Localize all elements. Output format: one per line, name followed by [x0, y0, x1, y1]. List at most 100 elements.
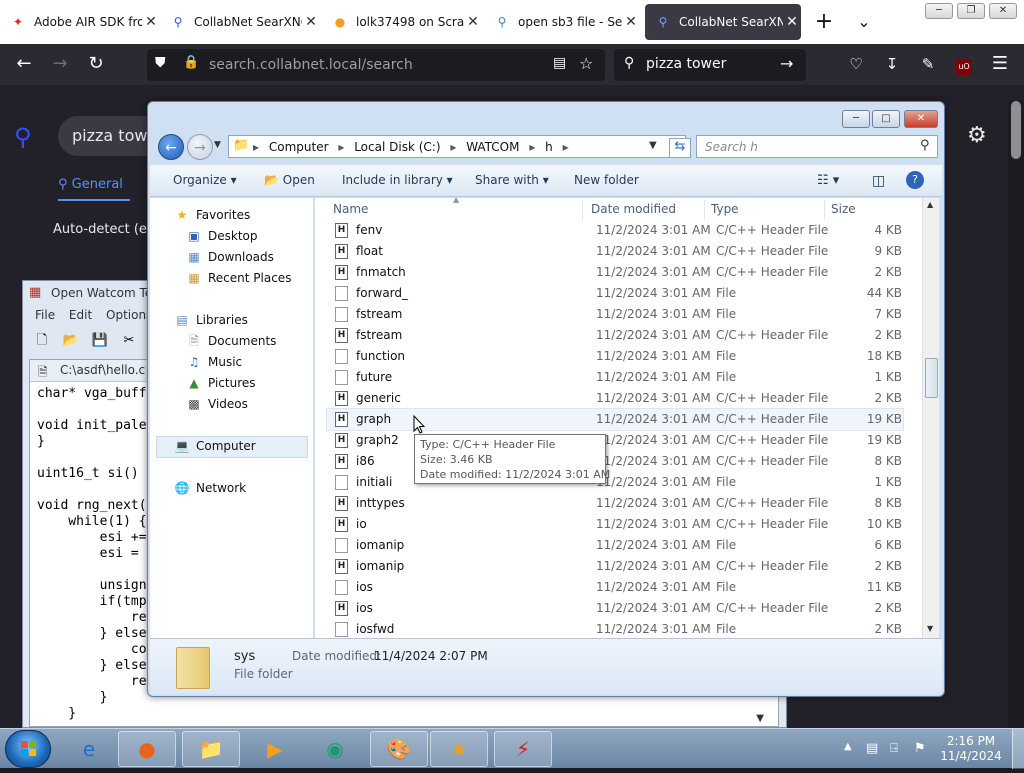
open-button[interactable]: 📂 Open [264, 173, 315, 187]
column-header-type[interactable]: Type [705, 200, 825, 220]
file-row[interactable]: Hios 11/2/2024 3:01 AM File 11 KB [327, 577, 903, 598]
go-arrow-icon[interactable]: → [780, 54, 793, 73]
close-icon[interactable]: ✕ [622, 14, 640, 30]
system-clock[interactable]: 2:16 PM 11/4/2024 [940, 734, 1002, 764]
file-explorer-icon[interactable]: 📁 [182, 731, 240, 767]
file-row[interactable]: Hio 11/2/2024 3:01 AM C/C++ Header File 10 … [327, 514, 903, 535]
nav-recent-places[interactable]: ▦ Recent Places [186, 271, 291, 285]
scroll-up-icon[interactable]: ▲ [927, 200, 933, 209]
close-icon[interactable]: ✕ [142, 14, 160, 30]
breadcrumb-local-disk[interactable]: Local Disk (C:) [354, 140, 440, 154]
show-hidden-icons-icon[interactable]: ▲ [844, 741, 852, 752]
browser-tab[interactable]: ● lolk37498 on Scratc ✕ [322, 0, 482, 44]
settings-gear-icon[interactable]: ⚙ [967, 123, 987, 148]
nav-network[interactable]: 🌐 Network [174, 481, 247, 495]
reader-view-icon[interactable]: ▤ [553, 55, 566, 71]
minimize-button[interactable]: ─ [842, 110, 870, 128]
menu-file[interactable]: File [35, 308, 55, 322]
column-header-size[interactable]: Size [825, 200, 895, 220]
downloads-icon[interactable]: ↧ [880, 52, 904, 76]
tab-general[interactable]: ⚲ General [58, 177, 123, 192]
column-header-date[interactable]: Date modified [585, 200, 705, 220]
reload-button[interactable]: ↻ [84, 52, 108, 76]
pocket-icon[interactable]: ♡ [844, 52, 868, 76]
hamburger-menu-icon[interactable]: ☰ [988, 52, 1012, 76]
view-options-icon[interactable]: ☷ ▾ [817, 173, 839, 188]
file-row[interactable]: Hfstream 11/2/2024 3:01 AM C/C++ Header Fi… [327, 325, 903, 346]
close-icon[interactable]: ✕ [783, 14, 801, 30]
recent-pages-icon[interactable]: ▼ [214, 140, 221, 150]
url-text[interactable]: search.collabnet.local/search [209, 57, 413, 73]
network-error-icon[interactable]: ⍈ [890, 741, 898, 756]
watcom-icon[interactable]: ⚡ [494, 731, 552, 767]
help-icon[interactable]: ? [906, 171, 924, 189]
list-all-tabs-button[interactable]: ⌄ [854, 10, 874, 34]
nav-pictures[interactable]: ▲ Pictures [186, 376, 255, 390]
file-row[interactable]: Hgeneric 11/2/2024 3:01 AM C/C++ Header Fi… [327, 388, 903, 409]
breadcrumb-computer[interactable]: Computer [269, 140, 329, 154]
share-with-button[interactable]: Share with ▾ [475, 173, 549, 187]
media-player-icon[interactable]: ▶ [246, 731, 304, 767]
show-desktop-button[interactable] [1012, 729, 1024, 769]
language-select[interactable]: Auto-detect (en) [53, 222, 160, 237]
file-row[interactable]: Hfstream 11/2/2024 3:01 AM File 7 KB [327, 304, 903, 325]
forward-button[interactable]: → [48, 52, 72, 76]
file-row[interactable]: Hiosfwd 11/2/2024 3:01 AM File 2 KB [327, 619, 903, 638]
scratch-icon[interactable]: ★ [430, 731, 488, 767]
breadcrumb-h[interactable]: h [545, 140, 553, 154]
menu-edit[interactable]: Edit [69, 308, 92, 322]
close-icon[interactable]: ✕ [464, 14, 482, 30]
ublock-icon[interactable]: uO [952, 52, 976, 76]
folder-search-input[interactable]: Search h [696, 135, 938, 158]
dropdown-arrow-icon[interactable]: ▼ [649, 140, 657, 151]
organize-button[interactable]: Organize ▾ [173, 173, 237, 187]
file-row[interactable]: Hinttypes 11/2/2024 3:01 AM C/C++ Header F… [327, 493, 903, 514]
refresh-icon[interactable]: ⇆ [669, 138, 691, 158]
back-button[interactable]: ← [158, 134, 184, 160]
nav-desktop[interactable]: ▣ Desktop [186, 229, 257, 243]
file-row[interactable]: Hios 11/2/2024 3:01 AM C/C++ Header File 2 … [327, 598, 903, 619]
lock-icon[interactable]: 🔒 [183, 55, 199, 70]
close-window-button[interactable]: ✕ [989, 3, 1017, 19]
menu-options[interactable]: Options [106, 308, 152, 322]
file-row[interactable]: Hforward_ 11/2/2024 3:01 AM File 44 KB [327, 283, 903, 304]
green-app-icon[interactable]: ◉ [306, 731, 364, 767]
scrollbar-thumb[interactable] [925, 358, 938, 398]
page-search-input[interactable]: pizza towe [58, 116, 158, 156]
include-in-library-button[interactable]: Include in library ▾ [342, 173, 453, 187]
file-list-scrollbar[interactable]: ▲ ▼ [922, 198, 939, 638]
paint-icon[interactable]: 🎨 [370, 731, 428, 767]
preview-pane-icon[interactable]: ◫ [872, 173, 885, 189]
file-row[interactable]: Hfunction 11/2/2024 3:01 AM File 18 KB [327, 346, 903, 367]
browser-tab[interactable]: ⚲ open sb3 file - Sear ✕ [484, 0, 640, 44]
browser-tab-active[interactable]: ⚲ CollabNet SearXNG ✕ [645, 4, 801, 40]
file-row[interactable]: Hiomanip 11/2/2024 3:01 AM C/C++ Header Fi… [327, 556, 903, 577]
close-icon[interactable]: ✕ [302, 14, 320, 30]
url-bar[interactable]: ⛊ 🔒 search.collabnet.local/search ▤ ☆ [147, 49, 605, 81]
cut-icon[interactable]: ✂ [118, 331, 140, 351]
code-text[interactable]: char* vga_buff void init_pale } uint16_t… [37, 386, 147, 722]
page-scrollbar[interactable] [1008, 101, 1024, 728]
forward-button[interactable]: → [187, 134, 213, 160]
volume-icon[interactable]: ⚑ [914, 741, 926, 756]
browser-tab[interactable]: ⚲ CollabNet SearXNG ✕ [160, 0, 320, 44]
back-button[interactable]: ← [12, 52, 36, 76]
scroll-down-icon[interactable]: ▼ [756, 713, 764, 724]
extensions-icon[interactable]: ✎ [916, 52, 940, 76]
new-tab-button[interactable]: + [812, 10, 836, 34]
internet-explorer-icon[interactable]: e [60, 731, 118, 767]
file-row[interactable]: Hiomanip 11/2/2024 3:01 AM File 6 KB [327, 535, 903, 556]
file-row[interactable]: Hfloat 11/2/2024 3:01 AM C/C++ Header File… [327, 241, 903, 262]
nav-favorites[interactable]: ★ Favorites [174, 208, 251, 222]
breadcrumb-watcom[interactable]: WATCOM [466, 140, 519, 154]
shield-icon[interactable]: ⛊ [155, 55, 166, 71]
address-bar[interactable]: 📁 ▸ Computer ▸ Local Disk (C:) ▸ WATCOM … [228, 135, 686, 158]
nav-computer[interactable]: 💻 Computer [174, 439, 256, 453]
minimize-button[interactable]: ─ [925, 3, 953, 19]
open-folder-icon[interactable]: 📂 [60, 331, 82, 351]
browser-tab[interactable]: ✦ Adobe AIR SDK fro ✕ [0, 0, 160, 44]
nav-videos[interactable]: ▩ Videos [186, 397, 248, 411]
action-center-icon[interactable]: ▤ [866, 741, 878, 756]
new-file-icon[interactable]: 🗋 [31, 331, 53, 351]
file-row[interactable]: Hfuture 11/2/2024 3:01 AM File 1 KB [327, 367, 903, 388]
